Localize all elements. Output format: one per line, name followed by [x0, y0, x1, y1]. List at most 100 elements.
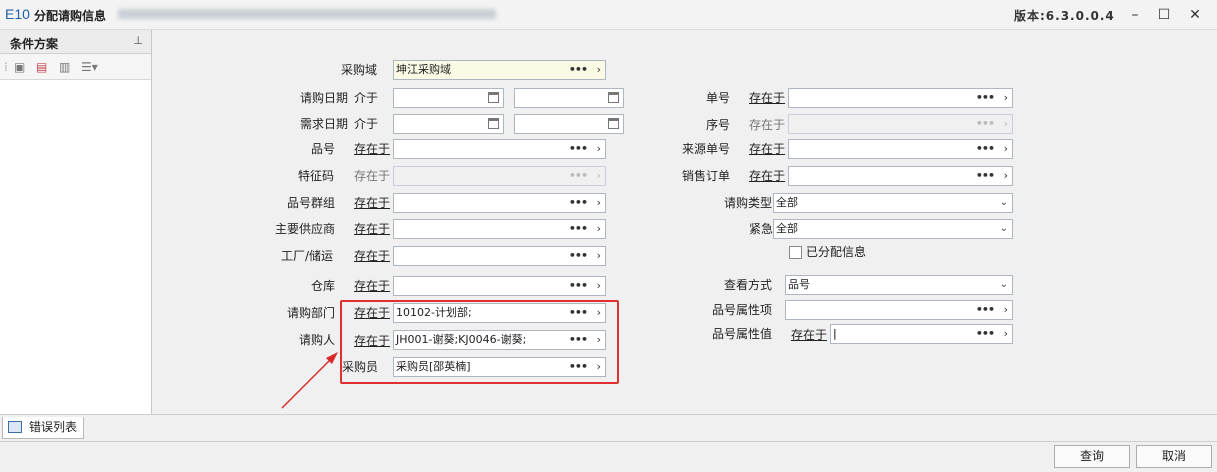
- buy-domain-field[interactable]: 坤江采购域 ••• ›: [393, 60, 606, 80]
- text-cursor: |: [833, 327, 837, 340]
- ellipsis-icon[interactable]: •••: [569, 140, 588, 158]
- chevron-right-icon[interactable]: ›: [597, 277, 601, 295]
- chevron-right-icon[interactable]: ›: [597, 140, 601, 158]
- item-no-label: 品号: [311, 142, 336, 156]
- error-list-label: 错误列表: [29, 420, 78, 434]
- chevron-down-icon[interactable]: ⌄: [1000, 194, 1008, 212]
- ellipsis-icon[interactable]: •••: [569, 220, 588, 238]
- minimize-icon[interactable]: –: [1124, 5, 1146, 25]
- pin-icon[interactable]: ⊥: [133, 34, 143, 47]
- panel-toolbar: ⁞ ▣ ▤ ▥ ☰▾: [0, 54, 151, 80]
- chevron-down-icon[interactable]: ⌄: [1000, 220, 1008, 238]
- doc-no-cond[interactable]: 存在于: [749, 90, 785, 106]
- dept-label: 请购部门: [287, 306, 336, 320]
- ellipsis-icon[interactable]: •••: [976, 140, 995, 158]
- title-bar: E10 分配请购信息 版本:6.3.0.0.4 – ☐ ✕: [0, 0, 1217, 30]
- need-date-to[interactable]: [514, 114, 624, 134]
- annotation-arrow: [281, 352, 338, 409]
- chevron-right-icon[interactable]: ›: [597, 247, 601, 265]
- item-attr-label: 品号属性项: [712, 303, 773, 317]
- ellipsis-icon[interactable]: •••: [569, 194, 588, 212]
- source-no-field[interactable]: ••• ›: [788, 139, 1013, 159]
- warehouse-cond[interactable]: 存在于: [354, 278, 390, 294]
- req-date-cond[interactable]: 介于: [354, 90, 378, 106]
- req-date-to[interactable]: [514, 88, 624, 108]
- need-date-from[interactable]: [393, 114, 504, 134]
- urgent-value: 全部: [776, 222, 798, 235]
- warehouse-field[interactable]: ••• ›: [393, 276, 606, 296]
- item-group-label: 品号群组: [287, 196, 336, 210]
- ellipsis-icon[interactable]: •••: [569, 247, 588, 265]
- maximize-icon[interactable]: ☐: [1153, 5, 1175, 25]
- chevron-right-icon[interactable]: ›: [1004, 89, 1008, 107]
- condition-scheme-panel: 条件方案 ⊥ ⁞ ▣ ▤ ▥ ☰▾: [0, 30, 152, 414]
- query-button[interactable]: 查询: [1054, 445, 1130, 468]
- ellipsis-icon[interactable]: •••: [569, 277, 588, 295]
- sales-order-field[interactable]: ••• ›: [788, 166, 1013, 186]
- error-list-tab[interactable]: 错误列表: [2, 417, 84, 439]
- seq-no-label: 序号: [706, 118, 731, 132]
- item-no-cond[interactable]: 存在于: [354, 141, 390, 157]
- ellipsis-icon[interactable]: •••: [569, 61, 588, 79]
- ellipsis-icon[interactable]: •••: [976, 89, 995, 107]
- ellipsis-icon[interactable]: •••: [976, 325, 995, 343]
- item-group-cond[interactable]: 存在于: [354, 195, 390, 211]
- item-attr-val-field[interactable]: | ••• ›: [830, 324, 1013, 344]
- ellipsis-icon[interactable]: •••: [976, 301, 995, 319]
- cancel-button[interactable]: 取消: [1136, 445, 1212, 468]
- calendar-icon[interactable]: [608, 92, 619, 103]
- calendar-icon[interactable]: [488, 92, 499, 103]
- req-type-label: 请购类型: [724, 196, 773, 210]
- urgent-select[interactable]: 全部 ⌄: [773, 219, 1013, 239]
- req-type-value: 全部: [776, 196, 798, 209]
- save-icon[interactable]: ▣: [14, 60, 25, 74]
- chevron-down-icon[interactable]: ⌄: [1000, 276, 1008, 294]
- seq-no-cond: 存在于: [749, 118, 786, 132]
- chevron-right-icon[interactable]: ›: [1004, 301, 1008, 319]
- warehouse-label: 仓库: [311, 279, 336, 293]
- sales-order-label: 销售订单: [682, 169, 731, 183]
- factory-cond[interactable]: 存在于: [354, 248, 390, 264]
- req-type-select[interactable]: 全部 ⌄: [773, 193, 1013, 213]
- close-icon[interactable]: ✕: [1184, 5, 1206, 25]
- doc-no-field[interactable]: ••• ›: [788, 88, 1013, 108]
- bottom-bar: 错误列表 查询 取消: [0, 414, 1217, 472]
- view-mode-value: 品号: [788, 278, 810, 291]
- assigned-checkbox[interactable]: [789, 246, 802, 259]
- delete-icon[interactable]: ▥: [59, 60, 70, 74]
- blurred-title-detail: [118, 9, 496, 19]
- item-attr-val-cond[interactable]: 存在于: [791, 327, 827, 343]
- chevron-right-icon[interactable]: ›: [597, 61, 601, 79]
- panel-header: 条件方案 ⊥: [0, 30, 151, 54]
- view-mode-select[interactable]: 品号 ⌄: [785, 275, 1013, 295]
- chevron-right-icon[interactable]: ›: [1004, 325, 1008, 343]
- item-no-field[interactable]: ••• ›: [393, 139, 606, 159]
- chevron-right-icon[interactable]: ›: [597, 220, 601, 238]
- window-title: 分配请购信息: [34, 9, 107, 23]
- item-attr-field[interactable]: ••• ›: [785, 300, 1013, 320]
- ellipsis-icon[interactable]: •••: [976, 167, 995, 185]
- chevron-right-icon: ›: [596, 169, 601, 182]
- source-no-cond[interactable]: 存在于: [749, 141, 785, 157]
- sales-order-cond[interactable]: 存在于: [749, 168, 785, 184]
- supplier-field[interactable]: ••• ›: [393, 219, 606, 239]
- view-mode-label: 查看方式: [724, 278, 773, 292]
- urgent-label: 紧急: [749, 222, 774, 236]
- app-logo: E10: [5, 6, 30, 22]
- save-as-icon[interactable]: ▤: [36, 60, 47, 74]
- list-menu-icon[interactable]: ☰▾: [81, 60, 98, 74]
- req-date-from[interactable]: [393, 88, 504, 108]
- chevron-right-icon[interactable]: ›: [1004, 167, 1008, 185]
- calendar-icon[interactable]: [488, 118, 499, 129]
- requester-label: 请购人: [299, 333, 336, 347]
- chevron-right-icon[interactable]: ›: [597, 194, 601, 212]
- ellipsis-icon: •••: [568, 169, 588, 182]
- factory-field[interactable]: ••• ›: [393, 246, 606, 266]
- factory-label: 工厂/储运: [281, 249, 334, 263]
- supplier-cond[interactable]: 存在于: [354, 221, 390, 237]
- need-date-cond[interactable]: 介于: [354, 116, 378, 132]
- item-group-field[interactable]: ••• ›: [393, 193, 606, 213]
- calendar-icon[interactable]: [608, 118, 619, 129]
- chevron-right-icon[interactable]: ›: [1004, 140, 1008, 158]
- grip-icon: ⁞: [4, 60, 8, 74]
